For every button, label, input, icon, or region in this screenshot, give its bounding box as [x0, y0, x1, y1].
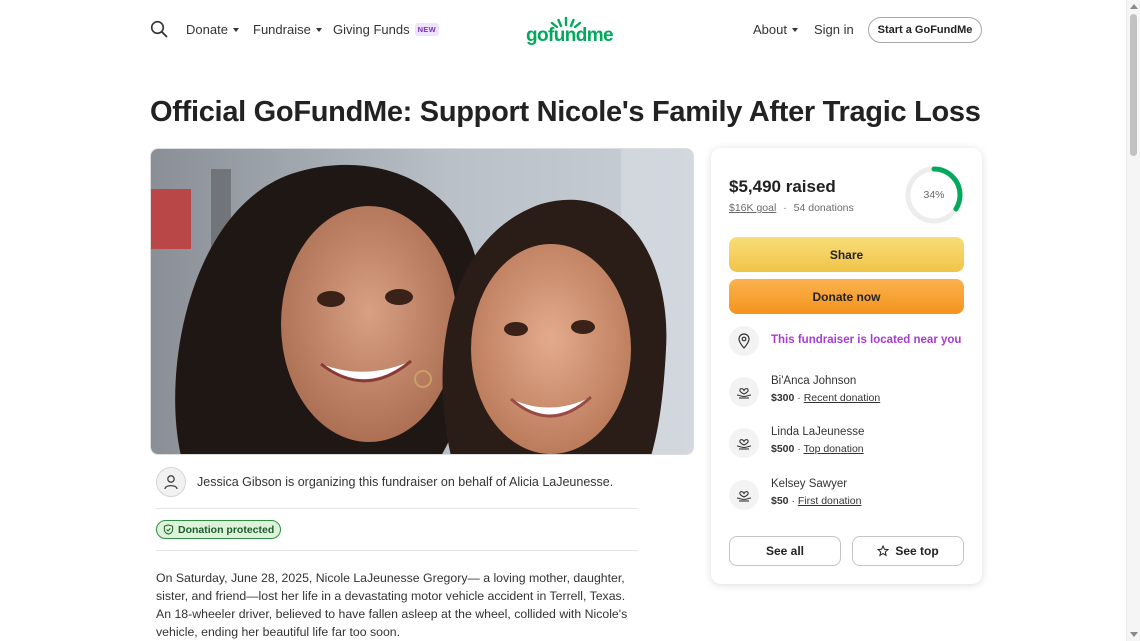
nav-fundraise-label: Fundraise — [253, 22, 311, 37]
chevron-down-icon — [791, 28, 798, 32]
see-all-button[interactable]: See all — [729, 536, 841, 566]
nav-giving-funds-label: Giving Funds — [333, 22, 410, 37]
goal-link[interactable]: $16K goal — [729, 202, 776, 214]
shield-check-icon — [163, 524, 174, 535]
donor-meta: $50 · First donation — [771, 495, 862, 507]
donor-tag-link[interactable]: First donation — [798, 495, 862, 507]
donation-card: $5,490 raised $16K goal · 54 donations 3… — [711, 148, 982, 584]
star-icon — [877, 545, 890, 557]
donor-separator: · — [797, 443, 801, 455]
organizer-text: Jessica Gibson is organizing this fundra… — [197, 475, 614, 489]
logo-text: gofundme — [526, 25, 614, 46]
fundraiser-hero-image[interactable] — [150, 148, 694, 455]
donor-name: Bi'Anca Johnson — [771, 375, 857, 387]
heart-hand-icon — [729, 480, 759, 510]
donation-protected-label: Donation protected — [178, 523, 275, 536]
located-near-row: This fundraiser is located near you — [729, 326, 964, 356]
donor-separator: · — [797, 392, 801, 404]
donor-tag-link[interactable]: Recent donation — [804, 392, 880, 404]
located-near-text: This fundraiser is located near you — [771, 334, 962, 346]
nav-donate-label: Donate — [186, 22, 228, 37]
donor-amount: $500 — [771, 443, 795, 455]
nav-about[interactable]: About — [753, 22, 798, 37]
donor-separator: · — [791, 495, 795, 507]
location-pin-icon — [729, 326, 759, 356]
hero-photo — [151, 149, 693, 454]
amount-raised: $5,490 raised — [729, 177, 836, 196]
donor-amount: $300 — [771, 392, 795, 404]
donate-now-button[interactable]: Donate now — [729, 279, 964, 314]
progress-percent: 34% — [923, 189, 945, 201]
donor-name: Linda LaJeunesse — [771, 426, 865, 438]
page-title: Official GoFundMe: Support Nicole's Fami… — [150, 96, 981, 128]
donations-count: 54 donations — [793, 202, 854, 214]
heart-hand-icon — [729, 377, 759, 407]
donor-name: Kelsey Sawyer — [771, 478, 848, 490]
gofundme-logo[interactable]: gofundme — [526, 16, 614, 46]
goal-line: $16K goal · 54 donations — [729, 202, 854, 214]
goal-separator: · — [783, 202, 787, 214]
divider — [156, 550, 638, 551]
see-top-label: See top — [895, 544, 939, 558]
page-scrollbar[interactable] — [1126, 0, 1140, 641]
see-top-button[interactable]: See top — [852, 536, 964, 566]
site-header: Donate Fundraise Giving Funds NEW gofund… — [150, 14, 982, 46]
nav-fundraise[interactable]: Fundraise — [253, 22, 322, 37]
story-text: On Saturday, June 28, 2025, Nicole LaJeu… — [156, 571, 628, 639]
nav-about-label: About — [753, 22, 787, 37]
donation-protected-badge[interactable]: Donation protected — [156, 520, 282, 539]
nav-giving-funds[interactable]: Giving Funds NEW — [333, 22, 439, 37]
donor-item: Linda LaJeunesse $500 · Top donation — [729, 426, 964, 460]
donor-item: Bi'Anca Johnson $300 · Recent donation — [729, 375, 964, 409]
person-icon — [156, 467, 186, 497]
nav-donate[interactable]: Donate — [186, 22, 239, 37]
donor-meta: $300 · Recent donation — [771, 392, 880, 404]
organizer-row: Jessica Gibson is organizing this fundra… — [156, 467, 638, 509]
donor-item: Kelsey Sawyer $50 · First donation — [729, 478, 964, 512]
scrollbar-thumb[interactable] — [1130, 14, 1137, 156]
chevron-down-icon — [315, 28, 322, 32]
new-badge: NEW — [414, 23, 439, 36]
heart-hand-icon — [729, 428, 759, 458]
chevron-down-icon — [232, 28, 239, 32]
donor-tag-link[interactable]: Top donation — [804, 443, 864, 455]
share-button[interactable]: Share — [729, 237, 964, 272]
scroll-down-arrow-icon[interactable] — [1130, 632, 1138, 637]
see-all-label: See all — [765, 544, 805, 558]
search-icon[interactable] — [150, 20, 168, 38]
donor-amount: $50 — [771, 495, 789, 507]
start-gofundme-button[interactable]: Start a GoFundMe — [868, 17, 982, 43]
donor-meta: $500 · Top donation — [771, 443, 864, 455]
sign-in-link[interactable]: Sign in — [814, 22, 854, 37]
scroll-up-arrow-icon[interactable] — [1130, 4, 1138, 9]
